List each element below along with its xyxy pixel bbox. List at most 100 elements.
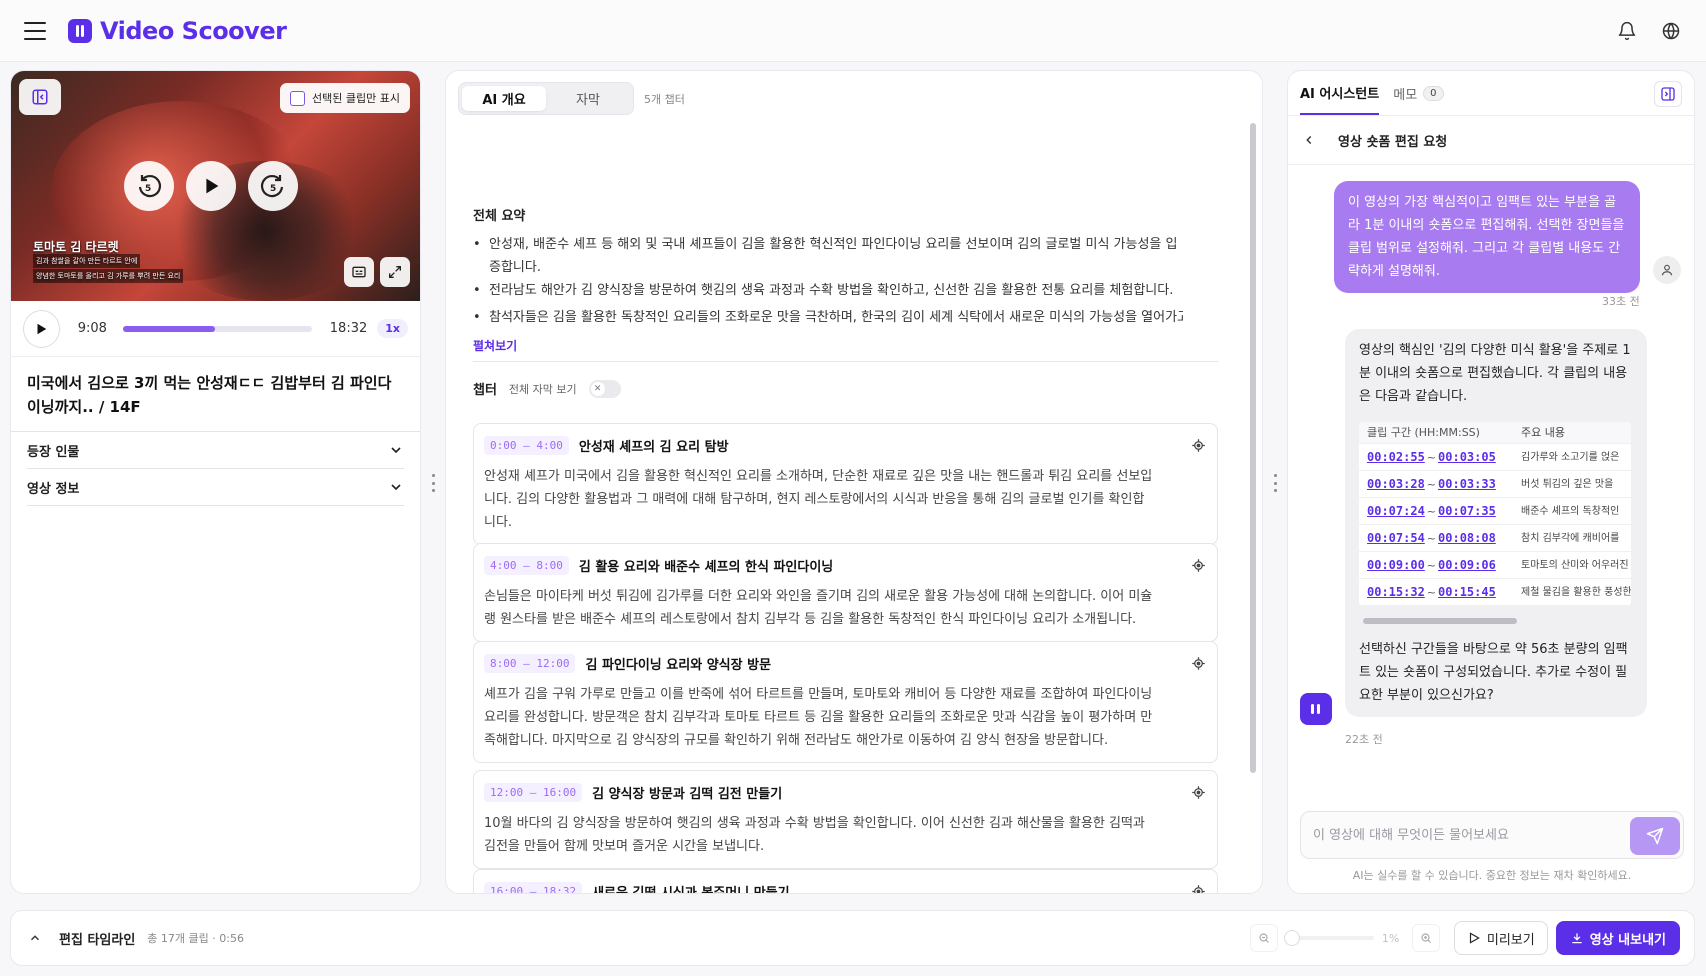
range-separator: ~: [1426, 585, 1437, 599]
overview-tabs: AI 개요 자막: [458, 82, 634, 115]
chapter-time-range[interactable]: 0:00 – 4:00: [484, 436, 569, 455]
export-video-button[interactable]: 영상 내보내기: [1555, 921, 1680, 955]
expand-summary-link[interactable]: 펼쳐보기: [473, 337, 517, 354]
fullscreen-button[interactable]: [380, 257, 410, 287]
zoom-in-icon: [1421, 933, 1431, 943]
clip-end-link[interactable]: 00:03:33: [1438, 477, 1496, 491]
play-small-icon: [37, 323, 47, 334]
play-pause-button[interactable]: [186, 161, 236, 211]
panel-right-icon: [1661, 87, 1675, 101]
clip-start-link[interactable]: 00:02:55: [1367, 450, 1425, 464]
zoom-out-button[interactable]: [1249, 924, 1278, 952]
chapter-locate-icon[interactable]: [1189, 557, 1207, 575]
tab-ai-assistant[interactable]: AI 어시스턴트: [1300, 71, 1380, 115]
clip-end-link[interactable]: 00:15:45: [1438, 585, 1496, 599]
chapter-time-range[interactable]: 8:00 – 12:00: [484, 654, 576, 673]
tab-memo[interactable]: 메모 0: [1393, 71, 1444, 115]
chapter-locate-icon[interactable]: [1189, 883, 1207, 893]
preview-label: 미리보기: [1486, 932, 1535, 948]
chapter-card[interactable]: 12:00 – 16:00 김 양식장 방문과 김떡 김전 만들기 10월 바다의 …: [473, 770, 1218, 869]
chapter-locate-icon[interactable]: [1189, 784, 1207, 802]
zoom-in-button[interactable]: [1411, 924, 1440, 952]
playback-speed-button[interactable]: 1x: [377, 319, 408, 338]
show-all-subtitles-label: 전체 자막 보기: [508, 382, 577, 396]
app-logo[interactable]: Video Scoover: [68, 17, 287, 45]
chapter-time-range[interactable]: 16:00 – 18:32: [484, 882, 583, 893]
clips-only-label: 선택된 클립만 표시: [312, 92, 400, 105]
back-chevron-icon[interactable]: [1302, 133, 1316, 147]
tab-subtitles[interactable]: 자막: [546, 86, 630, 111]
panel-resize-handle[interactable]: [1272, 474, 1278, 492]
chapter-title: 김 양식장 방문과 김떡 김전 만들기: [592, 787, 783, 802]
player-controls: 9:08 18:32 1x: [11, 301, 420, 357]
range-separator: ~: [1426, 531, 1437, 545]
zoom-slider-knob[interactable]: [1283, 930, 1300, 946]
clip-start-link[interactable]: 00:03:28: [1367, 477, 1425, 491]
panel-resize-handle[interactable]: [430, 474, 436, 492]
accordion-characters[interactable]: 등장 인물: [27, 432, 404, 469]
clips-only-checkbox[interactable]: [290, 90, 306, 106]
clip-table-row: 00:15:32 ~00:15:45 제철 물김을 활용한 풍성한: [1359, 579, 1631, 606]
rewind-5-button[interactable]: 5: [124, 161, 174, 211]
sidebar-collapse-icon: [32, 89, 48, 105]
chapter-card[interactable]: 0:00 – 4:00 안성재 셰프의 김 요리 탐방 안성재 셰프가 미국에서 김…: [473, 423, 1218, 545]
chapter-card[interactable]: 8:00 – 12:00 김 파인다이닝 요리와 양식장 방문 셰프가 김을 구워 …: [473, 641, 1218, 763]
clip-range: 00:15:32 ~00:15:45: [1359, 581, 1521, 604]
progress-slider[interactable]: [122, 325, 312, 332]
assistant-avatar-icon: [1300, 693, 1332, 725]
send-button[interactable]: [1630, 817, 1680, 855]
clip-range: 00:07:54 ~00:08:08: [1359, 527, 1521, 550]
chapter-locate-icon[interactable]: [1189, 655, 1207, 673]
chapter-card[interactable]: 16:00 – 18:32새로운 김떡 시식과 복주머니 만들기방문객들은 해초…: [473, 869, 1218, 893]
zoom-slider[interactable]: [1283, 930, 1374, 946]
language-globe-icon[interactable]: [1660, 20, 1682, 42]
selected-clips-only-toggle[interactable]: 선택된 클립만 표시: [280, 83, 410, 113]
chapter-card[interactable]: 4:00 – 8:00 김 활용 요리와 배준수 셰프의 한식 파인다이닝 손님들은…: [473, 543, 1218, 642]
clip-description: 참치 김부각에 캐비어를: [1521, 532, 1620, 544]
clip-table-row: 00:09:00 ~00:09:06 토마토의 산미와 어우러진: [1359, 552, 1631, 579]
range-separator: ~: [1426, 477, 1437, 491]
hamburger-menu-icon[interactable]: [24, 21, 46, 40]
chapter-time-range[interactable]: 4:00 – 8:00: [484, 556, 569, 575]
clip-table-row: 00:07:24 ~00:07:35 배준수 셰프의 독창적인: [1359, 498, 1631, 525]
collapse-panel-button[interactable]: [1654, 81, 1682, 107]
play-button[interactable]: [23, 309, 60, 348]
chevron-down-icon: [391, 484, 401, 491]
clip-end-link[interactable]: 00:09:06: [1438, 558, 1496, 572]
clip-start-link[interactable]: 00:15:32: [1367, 585, 1425, 599]
clip-start-link[interactable]: 00:07:54: [1367, 531, 1425, 545]
svg-text:5: 5: [270, 184, 276, 194]
notification-bell-icon[interactable]: [1616, 20, 1638, 42]
chapter-locate-icon[interactable]: [1189, 437, 1207, 455]
clip-start-link[interactable]: 00:09:00: [1367, 558, 1425, 572]
accordion-video-info[interactable]: 영상 정보: [27, 469, 404, 506]
overview-content[interactable]: 전체 요약 안성재, 배준수 셰프 등 해외 및 국내 셰프들이 김을 활용한 …: [446, 123, 1262, 893]
show-all-subtitles-toggle[interactable]: ✕: [588, 379, 621, 398]
clip-end-link[interactable]: 00:03:05: [1438, 450, 1496, 464]
forward-5-button[interactable]: 5: [248, 161, 298, 211]
subtitles-icon: [352, 266, 366, 278]
tab-ai-overview[interactable]: AI 개요: [462, 86, 546, 111]
timeline-summary: 총 17개 클립 · 0:56: [147, 932, 244, 945]
clip-start-link[interactable]: 00:07:24: [1367, 504, 1425, 518]
video-player[interactable]: 선택된 클립만 표시 5 5 토마토 김 타르렛 김과 참쌀을 갈아 만든 타르…: [11, 71, 420, 301]
clip-table-row: 00:02:55 ~00:03:05 김가루와 소고기를 얹은: [1359, 444, 1631, 471]
clip-end-link[interactable]: 00:07:35: [1438, 504, 1496, 518]
progress-fill: [122, 325, 216, 332]
sidebar-toggle-button[interactable]: [19, 79, 61, 115]
clip-end-link[interactable]: 00:08:08: [1438, 531, 1496, 545]
table-horizontal-scrollbar[interactable]: [1363, 618, 1517, 624]
memo-count-badge: 0: [1423, 85, 1444, 101]
video-panel: 선택된 클립만 표시 5 5 토마토 김 타르렛 김과 참쌀을 갈아 만든 타르…: [10, 70, 421, 894]
chapter-title: 안성재 셰프의 김 요리 탐방: [578, 440, 729, 455]
zoom-out-icon: [1259, 933, 1269, 943]
chat-input[interactable]: [1313, 827, 1613, 843]
chapter-time-range[interactable]: 12:00 – 16:00: [484, 783, 583, 802]
preview-button[interactable]: 미리보기: [1453, 921, 1548, 955]
chapters-title: 챕터: [473, 383, 497, 398]
range-separator: ~: [1426, 450, 1437, 464]
chapter-card-header: 16:00 – 18:32 새로운 김떡 시식과 복주머니 만들기: [484, 882, 1207, 893]
subtitles-button[interactable]: [344, 257, 374, 287]
vertical-scrollbar[interactable]: [1250, 123, 1256, 773]
expand-timeline-button[interactable]: [25, 928, 45, 948]
